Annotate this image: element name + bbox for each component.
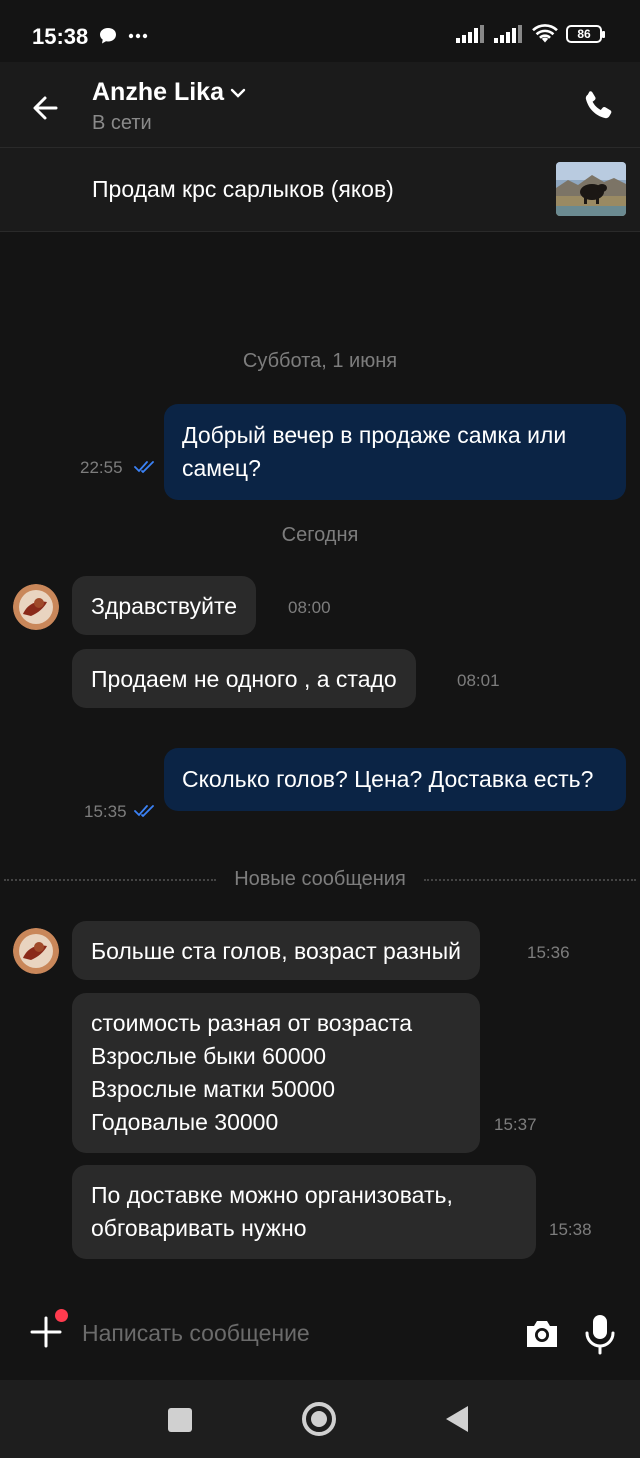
double-check-icon (134, 461, 154, 473)
incoming-message[interactable]: Здравствуйте (72, 576, 257, 635)
contact-status: В сети (92, 112, 152, 134)
battery-icon: 86 (566, 25, 605, 43)
message-line: стоимость разная от возраста (91, 1010, 413, 1036)
outgoing-message[interactable]: Сколько голов? Цена? Доставка есть? (164, 748, 626, 811)
message-time: 15:35 (84, 802, 127, 821)
message-time: 08:01 (457, 671, 500, 690)
separator-line (424, 879, 636, 881)
microphone-icon[interactable] (582, 1312, 618, 1356)
message-text: Продаем не одного , а стадо (91, 666, 397, 692)
date-separator: Суббота, 1 июня (242, 350, 398, 372)
message-input[interactable] (82, 1316, 502, 1350)
message-composer (0, 1290, 640, 1380)
double-check-icon (134, 805, 154, 817)
message-line: По доставке можно организовать, (91, 1182, 453, 1208)
recent-apps-button[interactable] (168, 1408, 192, 1432)
message-line: Годовалые 30000 (91, 1109, 279, 1135)
signal-icon (456, 25, 484, 43)
new-messages-separator: Новые сообщения (0, 868, 640, 892)
incoming-message[interactable]: Продаем не одного , а стадо (72, 649, 416, 708)
incoming-message[interactable]: Больше ста голов, возраст разный (72, 921, 481, 980)
contact-name: Anzhe Lika (92, 78, 224, 106)
contact-name-button[interactable]: Anzhe Lika (92, 78, 246, 107)
message-line: обговаривать нужно (91, 1215, 307, 1241)
home-button[interactable] (302, 1402, 336, 1436)
more-dots-icon (128, 33, 148, 39)
message-text: Здравствуйте (91, 593, 238, 619)
message-text: Сколько голов? Цена? Доставка есть? (182, 766, 594, 792)
message-text: Добрый вечер в продаже самка или самец? (182, 422, 567, 481)
outgoing-message[interactable]: Добрый вечер в продаже самка или самец? (164, 404, 626, 500)
status-left-icons (98, 26, 148, 46)
incoming-message[interactable]: По доставке можно организовать, обговари… (72, 1165, 536, 1259)
avatar[interactable] (13, 928, 59, 974)
status-time: 15:38 (32, 24, 89, 49)
back-arrow-icon[interactable] (26, 88, 66, 128)
message-time: 22:55 (80, 458, 123, 477)
listing-title: Продам крс сарлыков (яков) (92, 176, 394, 202)
status-bar: 15:38 86 (0, 0, 640, 62)
signal-icon (494, 25, 522, 43)
message-text: Больше ста голов, возраст разный (91, 938, 462, 964)
message-time: 15:36 (527, 943, 570, 962)
date-separator: Сегодня (281, 524, 359, 546)
message-time: 08:00 (288, 598, 331, 617)
phone-icon[interactable] (578, 86, 618, 126)
back-button[interactable] (446, 1406, 468, 1432)
message-line: Взрослые быки 60000 (91, 1043, 327, 1069)
listing-banner[interactable]: Продам крс сарлыков (яков) (0, 148, 640, 232)
system-nav-bar (0, 1380, 640, 1458)
message-time: 15:38 (549, 1220, 592, 1239)
notification-dot (55, 1309, 68, 1322)
chat-header: Anzhe Lika В сети (0, 62, 640, 148)
status-right-icons: 86 (456, 24, 605, 44)
message-icon (100, 28, 116, 44)
camera-icon[interactable] (522, 1314, 562, 1354)
avatar[interactable] (13, 584, 59, 630)
chevron-down-icon (230, 88, 246, 98)
wifi-icon (532, 24, 558, 43)
listing-photo[interactable] (556, 162, 626, 216)
chat-area[interactable]: Суббота, 1 июня 22:55 Добрый вечер в про… (0, 232, 640, 1290)
incoming-message[interactable]: стоимость разная от возраста Взрослые бы… (72, 993, 480, 1153)
message-time: 15:37 (494, 1115, 537, 1134)
message-line: Взрослые матки 50000 (91, 1076, 335, 1102)
